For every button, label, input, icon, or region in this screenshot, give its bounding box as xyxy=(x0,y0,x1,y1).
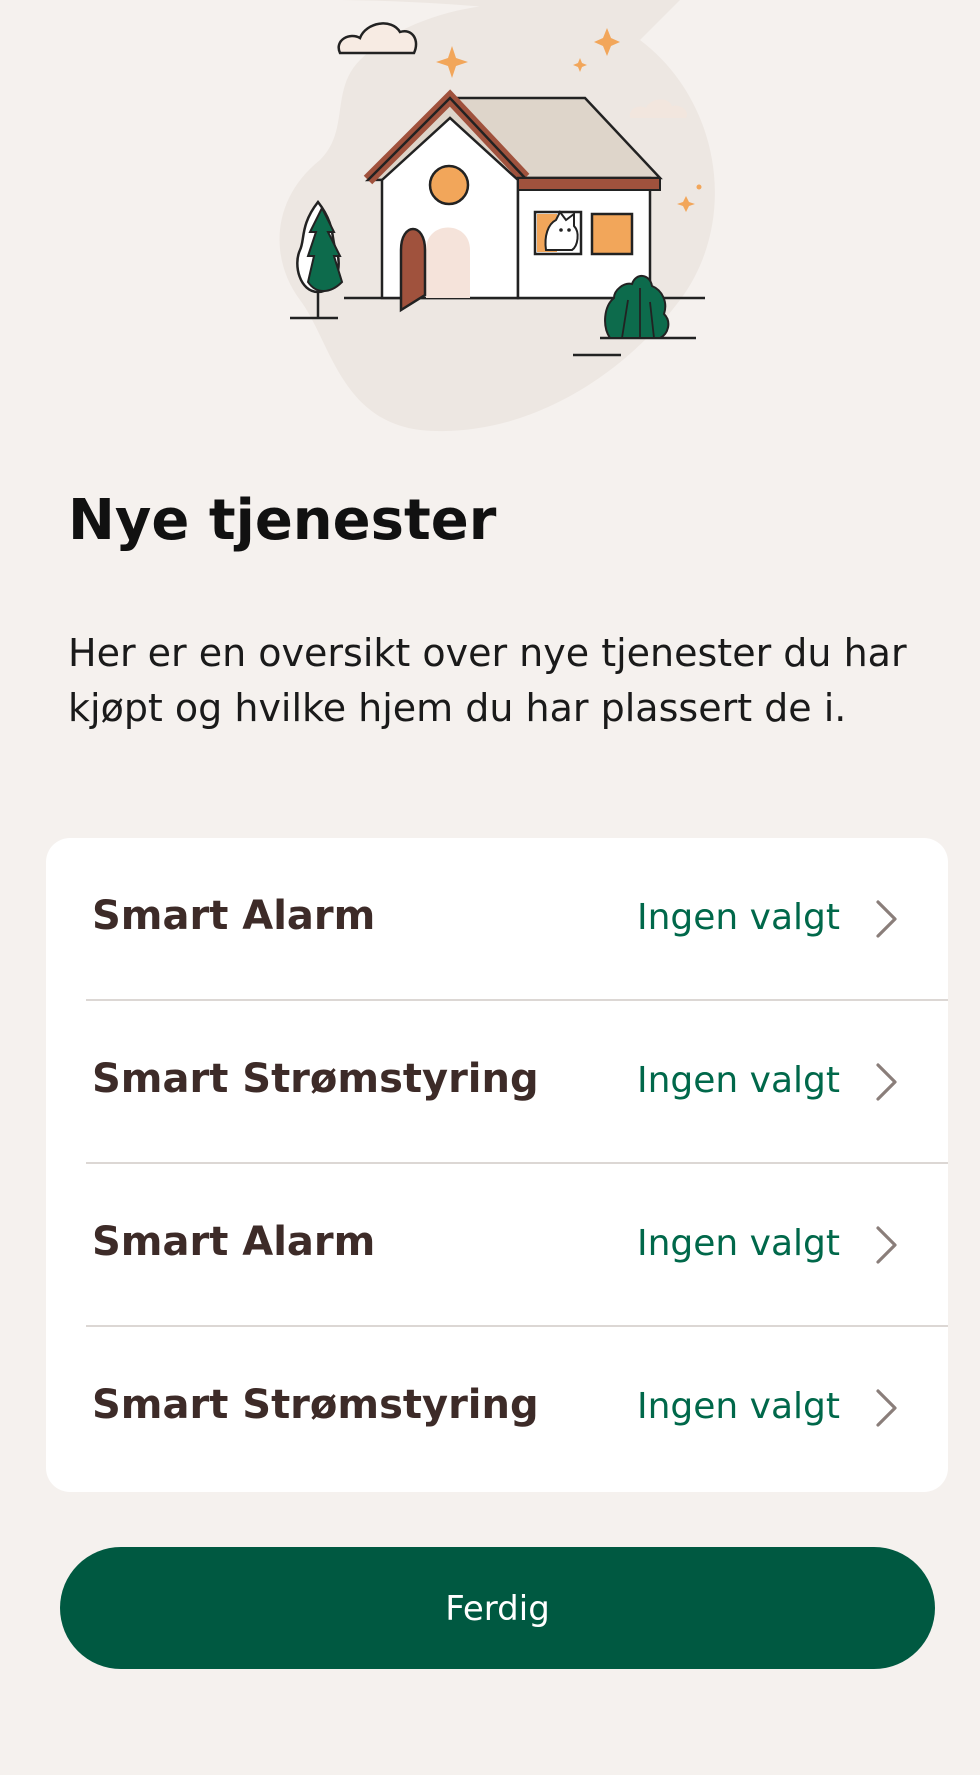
chevron-right-icon xyxy=(876,1389,897,1427)
chevron-right-icon xyxy=(876,1226,897,1264)
chevron-right-icon xyxy=(876,900,897,938)
service-list: Smart Alarm Ingen valgt Smart Strømstyri… xyxy=(46,838,948,1492)
service-name: Smart Alarm xyxy=(92,893,376,939)
service-name: Smart Strømstyring xyxy=(92,1056,539,1102)
service-name: Smart Alarm xyxy=(92,1219,376,1265)
selected-home-value: Ingen valgt xyxy=(636,1060,840,1101)
selected-home-value: Ingen valgt xyxy=(636,1223,840,1264)
selected-home-value: Ingen valgt xyxy=(636,897,840,938)
page-title: Nye tjenester xyxy=(68,488,497,553)
house-illustration xyxy=(0,0,980,450)
selected-home-value: Ingen valgt xyxy=(636,1386,840,1427)
done-button[interactable]: Ferdig xyxy=(60,1547,935,1669)
service-row[interactable]: Smart Alarm Ingen valgt xyxy=(46,838,948,1001)
service-row[interactable]: Smart Strømstyring Ingen valgt xyxy=(46,1001,948,1164)
page-description: Her er en oversikt over nye tjenester du… xyxy=(68,631,907,730)
chevron-right-icon xyxy=(876,1063,897,1101)
service-row[interactable]: Smart Alarm Ingen valgt xyxy=(46,1164,948,1327)
service-row[interactable]: Smart Strømstyring Ingen valgt xyxy=(46,1327,948,1490)
service-name: Smart Strømstyring xyxy=(92,1382,539,1428)
